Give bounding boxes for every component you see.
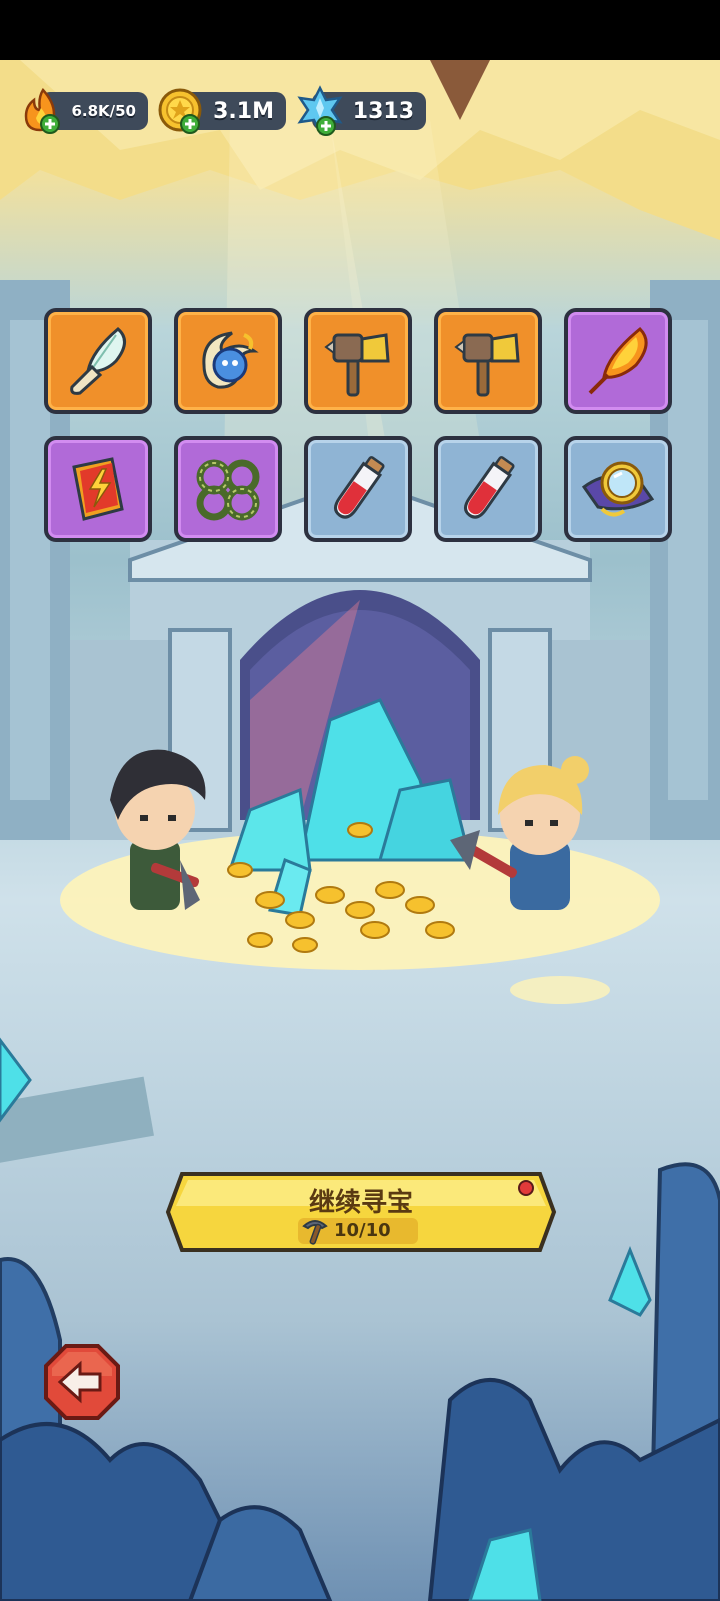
- pickaxe-counter: 10/10: [334, 1220, 391, 1241]
- red-potion-icon: [334, 456, 385, 519]
- fire-icon[interactable]: [20, 86, 66, 136]
- item-slot-4[interactable]: [434, 308, 542, 414]
- item-slot-7[interactable]: [174, 436, 282, 542]
- pickaxe-icon: [302, 1220, 328, 1245]
- button-label: 继续寻宝: [308, 1188, 413, 1218]
- gold-coin-icon[interactable]: [156, 86, 206, 136]
- item-slot-10[interactable]: [564, 436, 672, 542]
- golden-mirror-icon: [581, 461, 655, 517]
- continue-treasure-button[interactable]: 继续寻宝 10/10: [164, 1168, 558, 1256]
- gold-value: 3.1M: [213, 98, 274, 124]
- item-slot-5[interactable]: [564, 308, 672, 414]
- hammer-icon: [454, 333, 520, 397]
- energy-value: 6.8K/50: [71, 102, 136, 120]
- lightning-book-icon: [72, 457, 124, 521]
- vine-shackles-icon: [196, 459, 260, 521]
- back-button[interactable]: [42, 1342, 122, 1422]
- item-slot-6[interactable]: [44, 436, 152, 542]
- blue-crystal-icon[interactable]: [294, 84, 346, 138]
- item-slot-1[interactable]: [44, 308, 152, 414]
- feather-quill-icon: [70, 327, 126, 395]
- gem-value: 1313: [352, 98, 414, 124]
- item-slot-8[interactable]: [304, 436, 412, 542]
- blue-spirit-orb-icon: [202, 331, 259, 389]
- phoenix-feather-icon: [588, 326, 648, 395]
- hammer-icon: [324, 333, 390, 397]
- item-slot-9[interactable]: [434, 436, 542, 542]
- item-slot-2[interactable]: [174, 308, 282, 414]
- red-potion-icon: [464, 456, 515, 519]
- game-screen: 6.8K/50 3.1M 1313 继续寻宝 10/10: [0, 0, 720, 1601]
- item-slot-3[interactable]: [304, 308, 412, 414]
